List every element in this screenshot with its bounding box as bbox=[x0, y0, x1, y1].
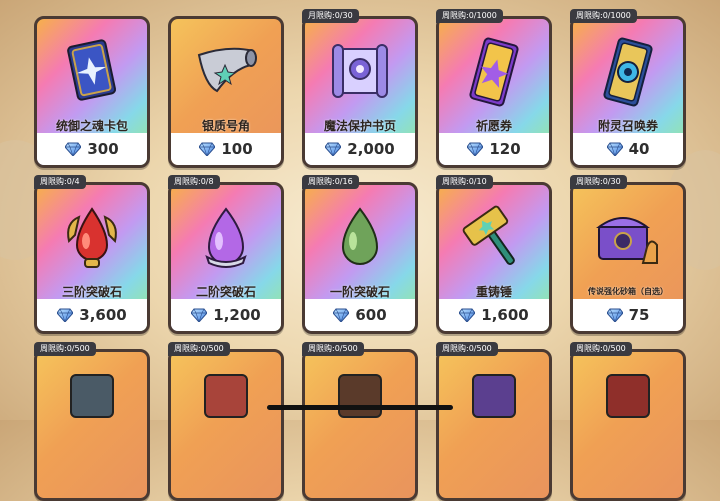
shop-item-silver-horn[interactable]: 银质号角 100 bbox=[168, 16, 284, 168]
tier2-breakthrough-stone-icon bbox=[205, 207, 247, 268]
shop-item-wish-ticket[interactable]: 祈愿券 120 bbox=[436, 16, 552, 168]
price-tag: 100 bbox=[171, 133, 281, 165]
shop-grid: 统御之魂卡包 300 银质号角 100 月限购:0/30 魔法保护书页 2,00… bbox=[0, 0, 720, 501]
soul-card-pack-icon bbox=[67, 39, 117, 101]
shop-item-magic-scroll[interactable]: 魔法保护书页 2,000 bbox=[302, 16, 418, 168]
blue-gem-icon bbox=[325, 142, 341, 156]
price-amount: 40 bbox=[628, 140, 650, 158]
item-name: 重铸锤 bbox=[475, 285, 512, 299]
price-tag: 1,600 bbox=[439, 299, 549, 331]
magic-scroll-icon bbox=[332, 44, 388, 98]
blue-gem-icon bbox=[607, 142, 623, 156]
price-tag: 2,000 bbox=[305, 133, 415, 165]
price-tag: 3,600 bbox=[37, 299, 147, 331]
shop-item-tier1-breakthrough-stone[interactable]: 一阶突破石 600 bbox=[302, 182, 418, 334]
purchase-limit-badge: 周限购:0/8 bbox=[168, 175, 220, 189]
item-name: 三阶突破石 bbox=[61, 285, 122, 299]
wish-ticket-icon bbox=[469, 37, 519, 107]
price-tag: 75 bbox=[573, 299, 683, 331]
tier3-breakthrough-stone-icon bbox=[67, 207, 117, 268]
purchase-limit-badge: 周限购:0/500 bbox=[436, 342, 498, 356]
purchase-limit-badge: 周限购:0/500 bbox=[34, 342, 96, 356]
blue-gem-icon bbox=[607, 308, 623, 322]
price-amount: 1,600 bbox=[481, 306, 529, 324]
price-amount: 120 bbox=[489, 140, 521, 158]
price-tag: 1,200 bbox=[171, 299, 281, 331]
item-artwork bbox=[204, 374, 248, 418]
item-name: 二阶突破石 bbox=[195, 285, 256, 299]
reforge-hammer-icon bbox=[462, 205, 515, 265]
item-name: 传说强化砂箱（自选） bbox=[588, 287, 668, 296]
shop-item-partial[interactable] bbox=[436, 349, 552, 501]
shop-item-spirit-summon-ticket[interactable]: 附灵召唤券 40 bbox=[570, 16, 686, 168]
item-artwork bbox=[606, 374, 650, 418]
item-artwork bbox=[472, 374, 516, 418]
legendary-sand-chest-icon bbox=[595, 217, 658, 264]
item-artwork bbox=[338, 374, 382, 418]
price-tag: 300 bbox=[37, 133, 147, 165]
shop-item-tier2-breakthrough-stone[interactable]: 二阶突破石 1,200 bbox=[168, 182, 284, 334]
blue-gem-icon bbox=[333, 308, 349, 322]
item-name: 一阶突破石 bbox=[329, 285, 390, 299]
purchase-limit-badge: 周限购:0/30 bbox=[570, 175, 627, 189]
price-tag: 40 bbox=[573, 133, 683, 165]
blue-gem-icon bbox=[57, 308, 73, 322]
shop-item-legendary-sand-chest[interactable]: 传说强化砂箱（自选） 75 bbox=[570, 182, 686, 334]
purchase-limit-badge: 周限购:0/500 bbox=[570, 342, 632, 356]
item-name: 魔法保护书页 bbox=[323, 119, 396, 133]
blue-gem-icon bbox=[65, 142, 81, 156]
shop-item-partial[interactable] bbox=[168, 349, 284, 501]
blue-gem-icon bbox=[459, 308, 475, 322]
tier1-breakthrough-stone-icon bbox=[341, 207, 379, 265]
blue-gem-icon bbox=[199, 142, 215, 156]
shop-item-partial[interactable] bbox=[570, 349, 686, 501]
purchase-limit-badge: 周限购:0/1000 bbox=[436, 9, 503, 23]
purchase-limit-badge: 周限购:0/1000 bbox=[570, 9, 637, 23]
item-name: 祈愿券 bbox=[475, 119, 512, 133]
price-amount: 75 bbox=[628, 306, 650, 324]
price-amount: 1,200 bbox=[213, 306, 261, 324]
spirit-summon-ticket-icon bbox=[603, 37, 653, 107]
blue-gem-icon bbox=[191, 308, 207, 322]
purchase-limit-badge: 周限购:0/4 bbox=[34, 175, 86, 189]
price-amount: 2,000 bbox=[347, 140, 395, 158]
shop-item-tier3-breakthrough-stone[interactable]: 三阶突破石 3,600 bbox=[34, 182, 150, 334]
price-amount: 3,600 bbox=[79, 306, 127, 324]
item-name: 银质号角 bbox=[201, 119, 250, 133]
price-amount: 300 bbox=[87, 140, 119, 158]
purchase-limit-badge: 周限购:0/16 bbox=[302, 175, 359, 189]
purchase-limit-badge: 周限购:0/500 bbox=[168, 342, 230, 356]
price-amount: 100 bbox=[221, 140, 253, 158]
purchase-limit-badge: 周限购:0/500 bbox=[302, 342, 364, 356]
shop-item-partial[interactable] bbox=[302, 349, 418, 501]
silver-horn-icon bbox=[197, 47, 257, 93]
home-indicator[interactable] bbox=[267, 405, 453, 410]
purchase-limit-badge: 月限购:0/30 bbox=[302, 9, 359, 23]
shop-item-partial[interactable] bbox=[34, 349, 150, 501]
shop-item-reforge-hammer[interactable]: 重铸锤 1,600 bbox=[436, 182, 552, 334]
price-tag: 600 bbox=[305, 299, 415, 331]
blue-gem-icon bbox=[467, 142, 483, 156]
item-name: 附灵召唤券 bbox=[597, 119, 658, 133]
shop-item-soul-card-pack[interactable]: 统御之魂卡包 300 bbox=[34, 16, 150, 168]
item-artwork bbox=[70, 374, 114, 418]
price-amount: 600 bbox=[355, 306, 387, 324]
price-tag: 120 bbox=[439, 133, 549, 165]
purchase-limit-badge: 周限购:0/10 bbox=[436, 175, 493, 189]
item-name: 统御之魂卡包 bbox=[55, 119, 128, 133]
